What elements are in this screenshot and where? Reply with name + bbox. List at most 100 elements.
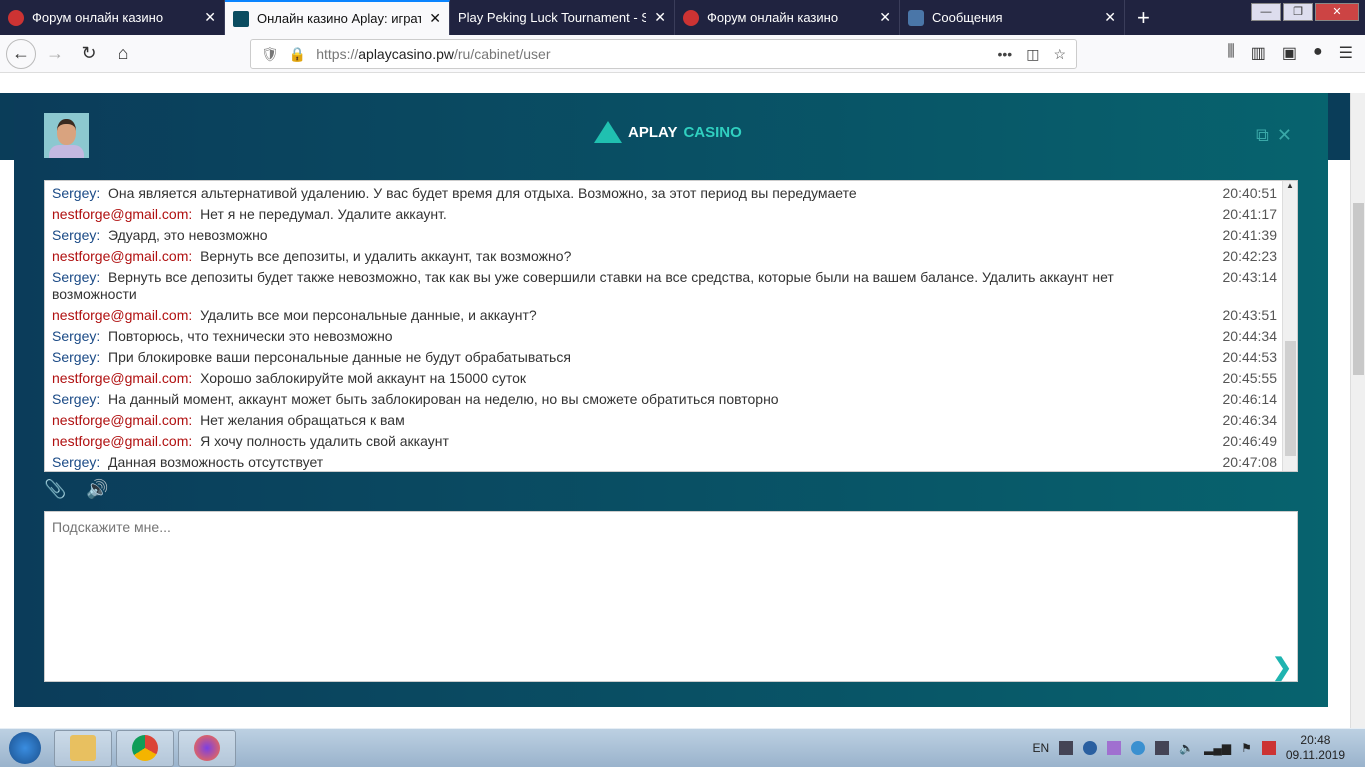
chat-scrollbar[interactable]: ▲	[1282, 181, 1297, 471]
message-time: 20:47:08	[1222, 454, 1278, 470]
message-input[interactable]	[44, 511, 1298, 682]
message-time: 20:41:39	[1222, 227, 1278, 243]
new-tab-button[interactable]: +	[1125, 0, 1162, 35]
forward-button[interactable]: →	[40, 39, 70, 69]
message-body: nestforge@gmail.com: Нет желания обращат…	[52, 412, 1197, 429]
casino-favicon-icon	[8, 9, 24, 26]
pocket-icon[interactable]: ◫	[1026, 46, 1039, 63]
lock-icon[interactable]: 🔒	[289, 46, 306, 63]
operator-avatar	[44, 113, 89, 158]
message-time: 20:44:53	[1222, 349, 1278, 365]
extension-icon[interactable]: ●	[1313, 43, 1323, 63]
chat-widget: APLAY CASINO ⧉ ✕ Sergey: Она является альт…	[14, 93, 1328, 707]
tab-forum-1[interactable]: Форум онлайн казино ✕	[0, 0, 225, 35]
chat-message: nestforge@gmail.com: Вернуть все депозит…	[52, 246, 1277, 267]
signal-icon[interactable]: ▂▄▆	[1204, 741, 1231, 755]
library-icon[interactable]: ⫼	[1227, 43, 1234, 63]
tab-messages[interactable]: Сообщения ✕	[900, 0, 1125, 35]
chat-message: Sergey: Вернуть все депозиты будет также…	[52, 267, 1277, 305]
message-sender: nestforge@gmail.com:	[52, 370, 193, 386]
message-sender: nestforge@gmail.com:	[52, 307, 193, 323]
message-time: 20:44:34	[1222, 328, 1278, 344]
taskbar-explorer[interactable]	[54, 729, 112, 767]
send-button[interactable]: ❯	[1272, 653, 1292, 682]
close-chat-icon[interactable]: ✕	[1277, 125, 1292, 146]
shield-icon[interactable]: 🛡	[261, 46, 279, 63]
chat-message: nestforge@gmail.com: Нет желания обращат…	[52, 410, 1277, 431]
chat-message: Sergey: Повторюсь, что технически это не…	[52, 326, 1277, 347]
message-time: 20:45:55	[1222, 370, 1278, 386]
message-sender: Sergey:	[52, 185, 101, 201]
start-button[interactable]	[0, 729, 50, 768]
volume-icon[interactable]: 🔈	[1179, 741, 1194, 755]
message-body: Sergey: При блокировке ваши персональные…	[52, 349, 1197, 366]
message-sender: Sergey:	[52, 227, 101, 243]
tray-app-icon[interactable]	[1059, 741, 1074, 755]
message-body: Sergey: Эдуард, это невозможно	[52, 227, 1197, 244]
message-text: Повторюсь, что технически это невозможно	[108, 328, 393, 344]
message-body: nestforge@gmail.com: Хорошо заблокируйте…	[52, 370, 1197, 387]
menu-icon[interactable]: ☰	[1339, 43, 1353, 63]
message-text: Удалить все мои персональные данные, и а…	[200, 307, 537, 323]
message-sender: Sergey:	[52, 349, 101, 365]
sound-icon[interactable]: 🔊	[86, 479, 108, 500]
tab-aplay[interactable]: Онлайн казино Aplay: играть ✕	[225, 0, 450, 35]
maximize-button[interactable]: ❐	[1283, 3, 1313, 21]
sidebar-icon[interactable]: ▥	[1251, 43, 1266, 63]
message-sender: nestforge@gmail.com:	[52, 433, 193, 449]
aplay-logo: APLAY CASINO	[594, 121, 742, 143]
account-icon[interactable]: ▣	[1282, 43, 1297, 63]
chat-log: Sergey: Она является альтернативой удале…	[44, 180, 1298, 472]
message-text: Нет я не передумал. Удалите аккаунт.	[200, 206, 447, 222]
message-time: 20:40:51	[1222, 185, 1278, 201]
tray-tool-icon[interactable]	[1083, 741, 1098, 755]
language-indicator[interactable]: EN	[1032, 741, 1049, 755]
bookmark-star-icon[interactable]: ☆	[1053, 46, 1066, 63]
tab-peking-luck[interactable]: Play Peking Luck Tournament - Soc ✕	[450, 0, 675, 35]
taskbar-chrome[interactable]	[116, 729, 174, 767]
message-time: 20:46:14	[1222, 391, 1278, 407]
attach-paperclip-icon[interactable]: 📎	[44, 479, 66, 500]
chat-message: nestforge@gmail.com: Хорошо заблокируйте…	[52, 368, 1277, 389]
close-tab-icon[interactable]: ✕	[654, 9, 666, 26]
chat-message: nestforge@gmail.com: Я хочу полность уда…	[52, 431, 1277, 452]
action-center-flag-icon[interactable]: ⚑	[1241, 741, 1252, 755]
tab-forum-2[interactable]: Форум онлайн казино ✕	[675, 0, 900, 35]
back-button[interactable]: ←	[6, 38, 36, 69]
reload-button[interactable]: ↻	[74, 39, 104, 69]
system-tray: EN 🔈 ▂▄▆ ⚑ 20:48 09.11.2019	[1032, 733, 1365, 763]
chat-message: Sergey: Эдуард, это невозможно 20:41:39	[52, 225, 1277, 246]
tray-feather-icon[interactable]	[1107, 741, 1122, 755]
clock[interactable]: 20:48 09.11.2019	[1286, 733, 1345, 763]
close-tab-icon[interactable]: ✕	[879, 9, 891, 26]
message-time: 20:43:14	[1222, 269, 1278, 285]
minimize-button[interactable]: —	[1251, 3, 1281, 21]
close-tab-icon[interactable]: ✕	[1104, 9, 1116, 26]
message-sender: nestforge@gmail.com:	[52, 248, 193, 264]
tray-sync-icon[interactable]	[1131, 741, 1146, 755]
chat-message: nestforge@gmail.com: Нет я не передумал.…	[52, 204, 1277, 225]
window-close-button[interactable]: ✕	[1315, 3, 1359, 21]
address-bar[interactable]: 🛡 🔒 https://aplaycasino.pw/ru/cabinet/us…	[250, 39, 1077, 69]
chat-message: Sergey: На данный момент, аккаунт может …	[52, 389, 1277, 410]
chat-message: nestforge@gmail.com: Удалить все мои пер…	[52, 305, 1277, 326]
popout-icon[interactable]: ⧉	[1256, 125, 1269, 146]
close-tab-icon[interactable]: ✕	[204, 9, 216, 26]
casino-favicon-icon	[683, 9, 699, 26]
power-icon[interactable]	[1261, 741, 1276, 755]
taskbar-firefox[interactable]	[178, 729, 236, 767]
close-tab-icon[interactable]: ✕	[429, 10, 441, 27]
message-sender: nestforge@gmail.com:	[52, 206, 193, 222]
aplay-favicon-icon	[233, 10, 249, 27]
tray-monitor-icon[interactable]	[1155, 741, 1170, 755]
message-time: 20:42:23	[1222, 248, 1278, 264]
page-scrollbar[interactable]	[1350, 93, 1365, 728]
message-sender: Sergey:	[52, 454, 101, 470]
message-text: Вернуть все депозиты будет также невозмо…	[52, 269, 1114, 302]
message-text: Нет желания обращаться к вам	[200, 412, 405, 428]
page-actions-icon[interactable]: •••	[997, 46, 1012, 63]
message-text: Хорошо заблокируйте мой аккаунт на 15000…	[200, 370, 527, 386]
home-button[interactable]: ⌂	[108, 39, 138, 69]
logo-triangle-icon	[594, 121, 622, 143]
message-sender: Sergey:	[52, 269, 101, 285]
